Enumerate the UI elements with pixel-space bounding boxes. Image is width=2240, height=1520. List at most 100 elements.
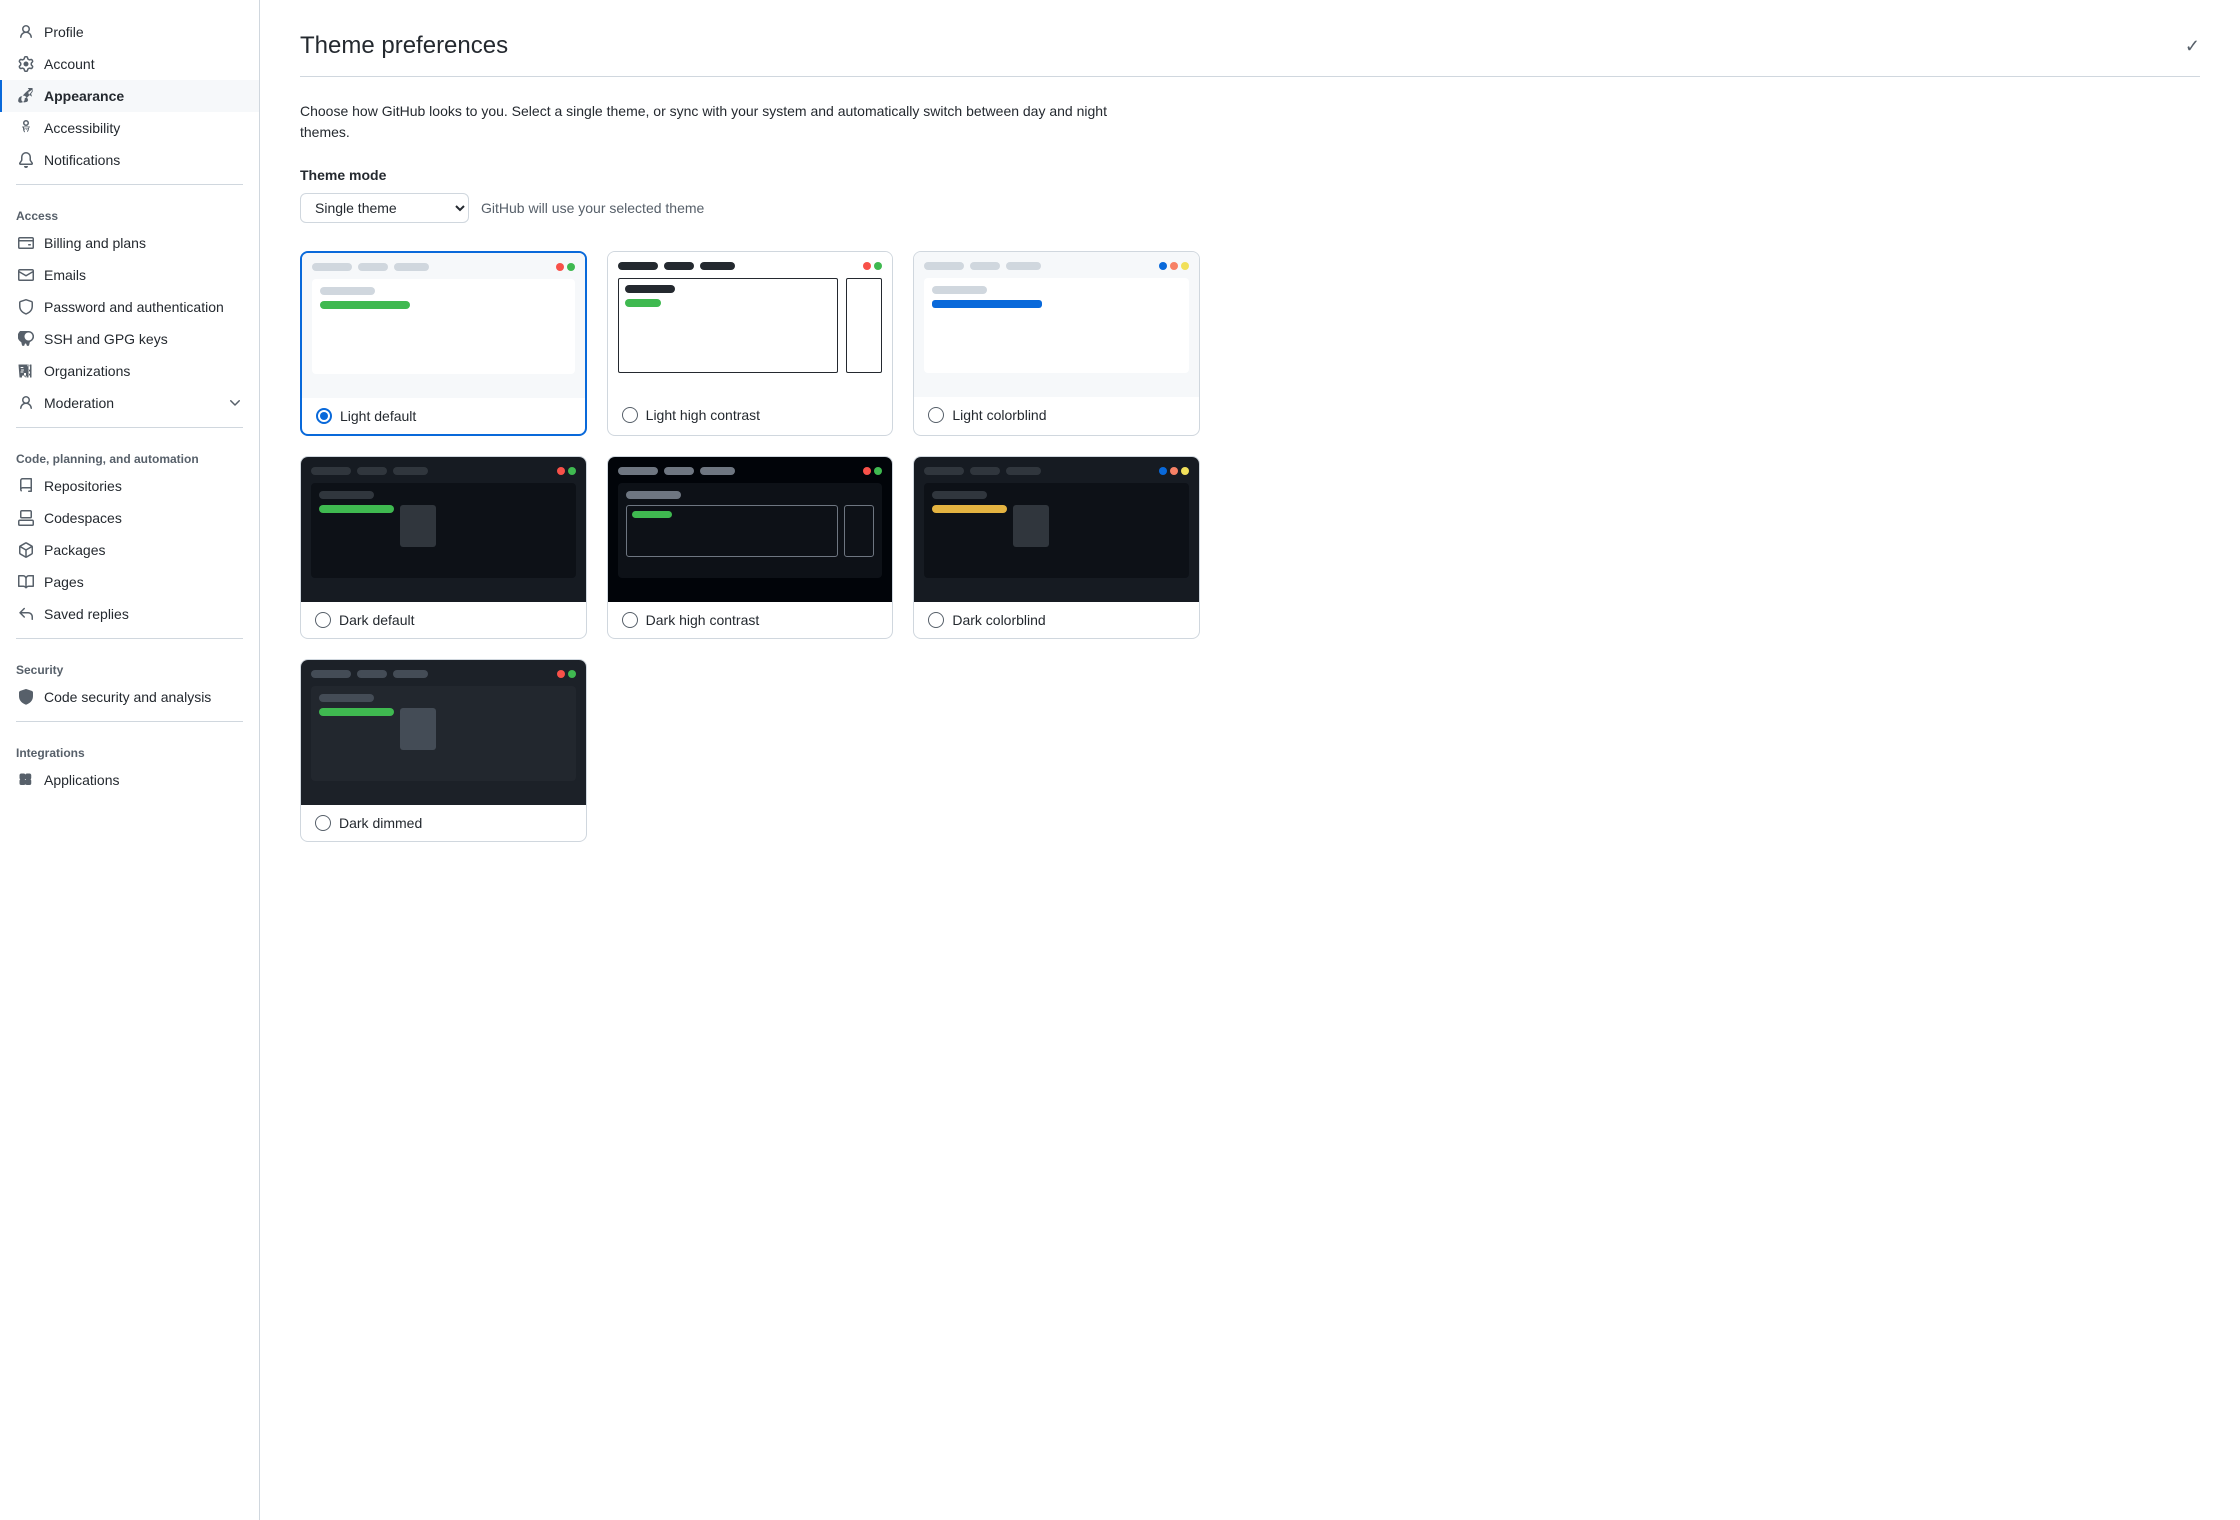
preview-dot-dark-hc-green <box>874 467 882 475</box>
sidebar: Profile Account Appearance Accessibility… <box>0 0 260 1520</box>
sidebar-divider-2 <box>16 427 243 428</box>
sidebar-item-accessibility[interactable]: Accessibility <box>0 112 259 144</box>
sidebar-item-moderation[interactable]: Moderation <box>0 387 259 419</box>
radio-light-hc[interactable] <box>622 407 638 423</box>
preview-dots-cb <box>1159 262 1189 270</box>
preview-nav-dark-cb-1 <box>924 467 964 475</box>
preview-topbar-dark <box>311 467 576 475</box>
theme-mode-label: Theme mode <box>300 167 2200 183</box>
sidebar-item-pages[interactable]: Pages <box>0 566 259 598</box>
sidebar-section-access: Access <box>0 193 259 227</box>
theme-card-light-default[interactable]: Light default <box>300 251 587 436</box>
sidebar-item-codespaces[interactable]: Codespaces <box>0 502 259 534</box>
preview-dark-dimmed-green-bar <box>319 708 394 716</box>
preview-nav-pill-1 <box>312 263 352 271</box>
preview-body-dark-cb <box>924 483 1189 578</box>
sidebar-item-password-label: Password and authentication <box>44 299 224 315</box>
sidebar-item-pages-label: Pages <box>44 574 84 590</box>
theme-mode-select[interactable]: Single theme Sync with system <box>300 193 469 223</box>
radio-dark-hc[interactable] <box>622 612 638 628</box>
theme-name-dark-hc: Dark high contrast <box>646 612 760 628</box>
person-block-icon <box>18 395 34 411</box>
preview-dot-dark-cb-yellow <box>1181 467 1189 475</box>
theme-card-dark-cb[interactable]: Dark colorblind <box>913 456 1200 639</box>
sidebar-item-billing[interactable]: Billing and plans <box>0 227 259 259</box>
sidebar-item-account[interactable]: Account <box>0 48 259 80</box>
preview-dots-dark <box>557 467 576 475</box>
chevron-down-icon <box>227 395 243 411</box>
preview-hc-green <box>625 299 832 307</box>
repo-icon <box>18 478 34 494</box>
preview-body-dark-hc <box>618 483 883 578</box>
main-content: Theme preferences ✓ Choose how GitHub lo… <box>260 0 2240 1520</box>
preview-nav-dark-hc-3 <box>700 467 735 475</box>
sidebar-item-organizations[interactable]: Organizations <box>0 355 259 387</box>
theme-preview-dark-cb <box>914 457 1199 602</box>
sidebar-item-moderation-label: Moderation <box>44 395 114 411</box>
person-icon <box>18 24 34 40</box>
preview-dark-dimmed-gray-box <box>400 708 436 750</box>
sidebar-item-repositories[interactable]: Repositories <box>0 470 259 502</box>
theme-label-row-dark-default: Dark default <box>301 602 586 638</box>
sidebar-item-organizations-label: Organizations <box>44 363 130 379</box>
apps-icon <box>18 772 34 788</box>
sidebar-item-appearance[interactable]: Appearance <box>0 80 259 112</box>
preview-dot-dark-cb-orange <box>1170 467 1178 475</box>
preview-dot-dark-dimmed-green <box>568 670 576 678</box>
sidebar-item-code-security[interactable]: Code security and analysis <box>0 681 259 713</box>
theme-preview-dark-default <box>301 457 586 602</box>
sidebar-section-integrations: Integrations <box>0 730 259 764</box>
sidebar-divider-3 <box>16 638 243 639</box>
preview-dot-dark-dimmed-red <box>557 670 565 678</box>
theme-label-row-dark-cb: Dark colorblind <box>914 602 1199 638</box>
sidebar-item-packages[interactable]: Packages <box>0 534 259 566</box>
preview-dark-cb-body-row <box>932 505 1181 547</box>
preview-dark-dimmed-body-row <box>319 708 568 750</box>
preview-body-dark <box>311 483 576 578</box>
sidebar-divider-1 <box>16 184 243 185</box>
preview-nav-dark-2 <box>357 467 387 475</box>
theme-preview-light-default <box>302 253 585 398</box>
radio-dark-dimmed[interactable] <box>315 815 331 831</box>
preview-dots-dark-cb <box>1159 467 1189 475</box>
preview-dots <box>556 263 575 271</box>
radio-light-default[interactable] <box>316 408 332 424</box>
preview-sidebar-hc <box>618 278 839 373</box>
preview-content-hc <box>846 278 882 373</box>
paintbrush-icon <box>18 88 34 104</box>
theme-card-dark-default[interactable]: Dark default <box>300 456 587 639</box>
radio-dark-default[interactable] <box>315 612 331 628</box>
sidebar-item-ssh[interactable]: SSH and GPG keys <box>0 323 259 355</box>
theme-card-light-cb[interactable]: Light colorblind <box>913 251 1200 436</box>
theme-card-dark-hc[interactable]: Dark high contrast <box>607 456 894 639</box>
preview-dark-cb-gray-box <box>1013 505 1049 547</box>
preview-dark-hc-box <box>844 505 874 557</box>
sidebar-item-saved-replies[interactable]: Saved replies <box>0 598 259 630</box>
sidebar-item-applications-label: Applications <box>44 772 120 788</box>
sidebar-item-billing-label: Billing and plans <box>44 235 146 251</box>
sidebar-item-profile[interactable]: Profile <box>0 16 259 48</box>
sidebar-item-notifications-label: Notifications <box>44 152 120 168</box>
radio-dark-cb[interactable] <box>928 612 944 628</box>
sidebar-item-accessibility-label: Accessibility <box>44 120 120 136</box>
sidebar-item-notifications[interactable]: Notifications <box>0 144 259 176</box>
preview-body-cb-blue-bar <box>932 300 1042 308</box>
description: Choose how GitHub looks to you. Select a… <box>300 101 1160 143</box>
sidebar-item-password[interactable]: Password and authentication <box>0 291 259 323</box>
sidebar-item-codespaces-label: Codespaces <box>44 510 122 526</box>
sidebar-item-applications[interactable]: Applications <box>0 764 259 796</box>
preview-nav-dark-cb-3 <box>1006 467 1041 475</box>
preview-dot-hc-green <box>874 262 882 270</box>
page-header: Theme preferences ✓ <box>300 32 2200 77</box>
key-icon <box>18 331 34 347</box>
preview-topbar-dark-hc <box>618 467 883 475</box>
preview-dark-gray-box <box>400 505 436 547</box>
theme-card-light-hc[interactable]: Light high contrast <box>607 251 894 436</box>
sidebar-item-emails[interactable]: Emails <box>0 259 259 291</box>
preview-dot-cb-yellow <box>1181 262 1189 270</box>
theme-card-dark-dimmed[interactable]: Dark dimmed <box>300 659 587 842</box>
preview-body-hc <box>618 278 883 373</box>
radio-light-cb[interactable] <box>928 407 944 423</box>
bell-icon <box>18 152 34 168</box>
gear-icon <box>18 56 34 72</box>
